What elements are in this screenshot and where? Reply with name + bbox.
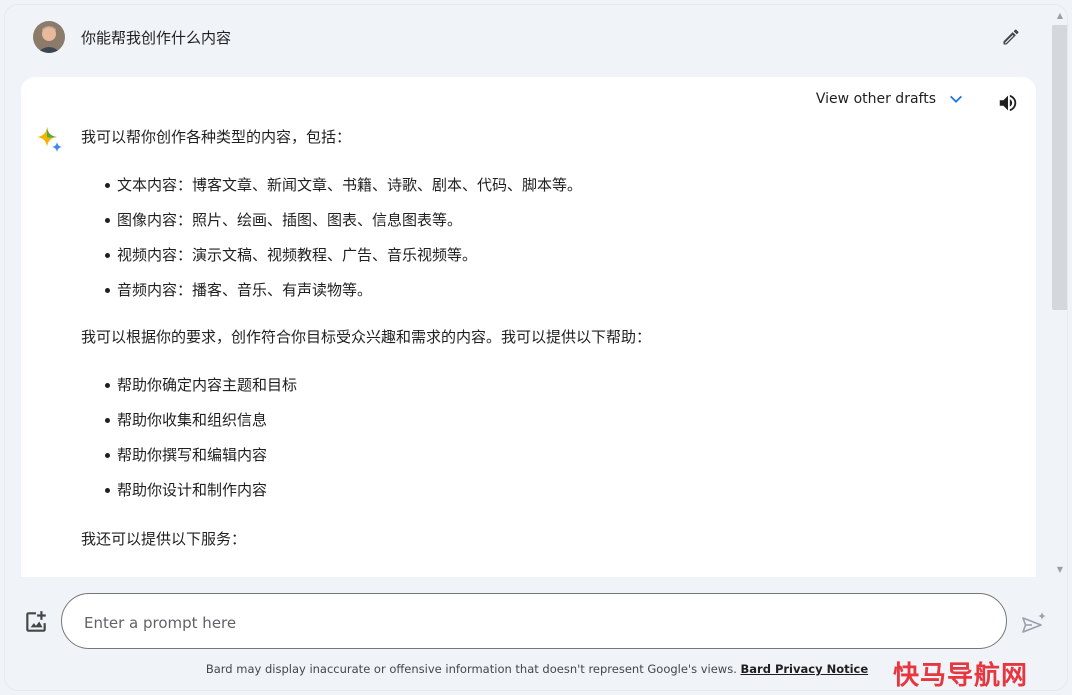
response-closing: 我还可以提供以下服务： [81, 530, 247, 548]
privacy-notice-link[interactable]: Bard Privacy Notice [741, 662, 869, 676]
view-other-drafts-button[interactable]: View other drafts [816, 91, 964, 107]
prompt-box [61, 593, 1007, 649]
help-items-list: 帮助你确定内容主题和目标 帮助你收集和组织信息 帮助你撰写和编辑内容 帮助你设计… [81, 375, 1001, 529]
image-upload-button[interactable] [23, 609, 49, 635]
user-query-row: 你能帮我创作什么内容 [5, 5, 1050, 77]
response-middle: 我可以根据你的要求，创作符合你目标受众兴趣和需求的内容。我可以提供以下帮助： [81, 328, 652, 346]
prompt-input[interactable] [82, 610, 966, 636]
content-types-list: 文本内容：博客文章、新闻文章、书籍、诗歌、剧本、代码、脚本等。 图像内容：照片、… [81, 175, 1001, 327]
view-drafts-label: View other drafts [815, 91, 936, 107]
scroll-down-arrow[interactable]: ▼ [1055, 565, 1065, 575]
edit-query-button[interactable] [997, 23, 1025, 51]
scroll-up-arrow[interactable]: ▲ [1055, 11, 1065, 21]
list-item: 帮助你收集和组织信息 [105, 410, 1001, 445]
user-query-text: 你能帮我创作什么内容 [81, 29, 232, 47]
response-intro: 我可以帮你创作各种类型的内容，包括： [81, 128, 352, 146]
image-upload-icon [26, 611, 46, 632]
user-avatar[interactable] [33, 21, 65, 53]
chevron-down-icon [950, 95, 962, 103]
list-item: 帮助你撰写和编辑内容 [105, 445, 1001, 480]
list-item: 帮助你确定内容主题和目标 [105, 375, 1001, 410]
list-item: 音频内容：播客、音乐、有声读物等。 [105, 280, 1001, 315]
disclaimer-text: Bard may display inaccurate or offensive… [205, 662, 737, 676]
send-icon [1022, 612, 1046, 633]
send-button[interactable] [1019, 609, 1047, 637]
pencil-icon [1003, 29, 1019, 45]
list-item: 图像内容：照片、绘画、插图、图表、信息图表等。 [105, 210, 1001, 245]
site-watermark: 快马导航网 [893, 661, 1029, 691]
listen-button[interactable] [994, 89, 1022, 117]
list-item: 文本内容：博客文章、新闻文章、书籍、诗歌、剧本、代码、脚本等。 [105, 175, 1001, 210]
bard-window: 你能帮我创作什么内容 View other drafts 我可以帮你创作各种类型… [4, 4, 1068, 691]
response-card: View other drafts 我可以帮你创作各种类型的内容，包括： 文本内… [21, 77, 1036, 577]
scrollbar-thumb[interactable] [1052, 25, 1067, 310]
list-item: 视频内容：演示文稿、视频教程、广告、音乐视频等。 [105, 245, 1001, 280]
sparkle-icon [35, 125, 65, 155]
list-item: 帮助你设计和制作内容 [105, 480, 1001, 515]
speaker-icon [999, 94, 1017, 112]
response-content: 我可以帮你创作各种类型的内容，包括： 文本内容：博客文章、新闻文章、书籍、诗歌、… [81, 127, 1001, 549]
